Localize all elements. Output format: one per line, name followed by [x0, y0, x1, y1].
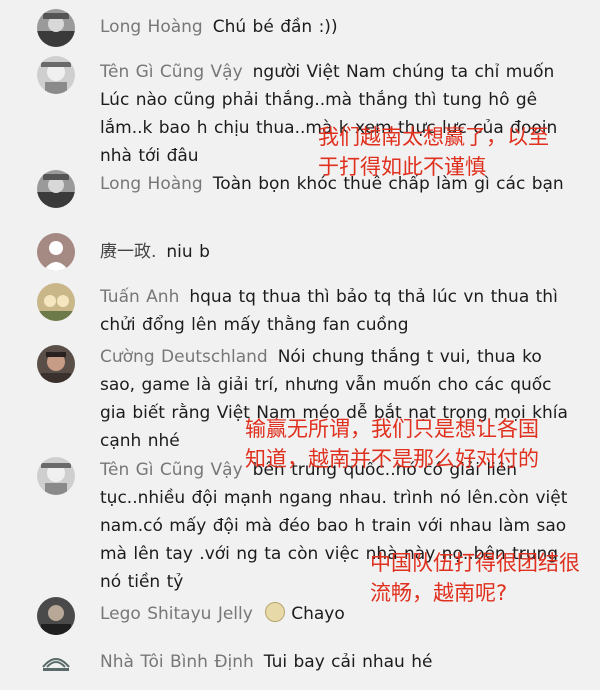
comment-text: Chayo — [291, 604, 345, 624]
comment-author[interactable]: Long Hoàng — [100, 17, 203, 37]
annotation-line: 知道，越南并不是那么好对付的 — [245, 447, 539, 471]
annotation-line: 中国队伍打得很团结很 — [370, 551, 580, 575]
avatar[interactable] — [37, 643, 75, 681]
avatar[interactable] — [37, 457, 75, 495]
comment-author[interactable]: 赓一政. — [100, 242, 156, 262]
comment-text: Chú bé đần :)) — [212, 17, 338, 37]
comment-author[interactable]: Tên Gì Cũng Vậy — [100, 62, 243, 82]
annotation-line: 于打得如此不谨慎 — [318, 155, 486, 179]
comment-author[interactable]: Lego Shitayu Jelly — [100, 604, 253, 624]
comment-author[interactable]: Long Hoàng — [100, 174, 203, 194]
annotation-note-1: 我们越南太想赢了，以至 于打得如此不谨慎 — [318, 122, 549, 182]
comment-body: Long Hoàng Chú bé đần :)) — [100, 13, 570, 41]
comment-author[interactable]: Tên Gì Cũng Vậy — [100, 460, 243, 480]
comment-body: Tuấn Anh hqua tq thua thì bảo tq thả lúc … — [100, 283, 570, 339]
comment-author[interactable]: Tuấn Anh — [100, 287, 179, 307]
annotation-line: 输赢无所谓，我们只是想让各国 — [245, 417, 539, 441]
comment-body: Nhà Tôi Bình Định Tui bay cải nhau hé — [100, 648, 570, 676]
annotation-line: 我们越南太想赢了，以至 — [318, 125, 549, 149]
avatar[interactable] — [37, 597, 75, 635]
annotation-note-2: 输赢无所谓，我们只是想让各国 知道，越南并不是那么好对付的 — [245, 414, 539, 474]
comment-author[interactable]: Nhà Tôi Bình Định — [100, 652, 254, 672]
avatar[interactable] — [37, 9, 75, 47]
comment-text: niu b — [166, 242, 210, 262]
comment-author[interactable]: Cường Deutschland — [100, 347, 268, 367]
avatar[interactable] — [37, 233, 75, 271]
avatar[interactable] — [37, 283, 75, 321]
comment-text: Tui bay cải nhau hé — [263, 652, 433, 672]
avatar[interactable] — [37, 345, 75, 383]
annotation-line: 流畅，越南呢? — [370, 581, 508, 605]
comment-body: 赓一政. niu b — [100, 238, 570, 266]
cat-face-icon — [264, 602, 285, 622]
avatar[interactable] — [37, 56, 75, 94]
avatar[interactable] — [37, 170, 75, 208]
annotation-note-3: 中国队伍打得很团结很 流畅，越南呢? — [370, 548, 580, 608]
